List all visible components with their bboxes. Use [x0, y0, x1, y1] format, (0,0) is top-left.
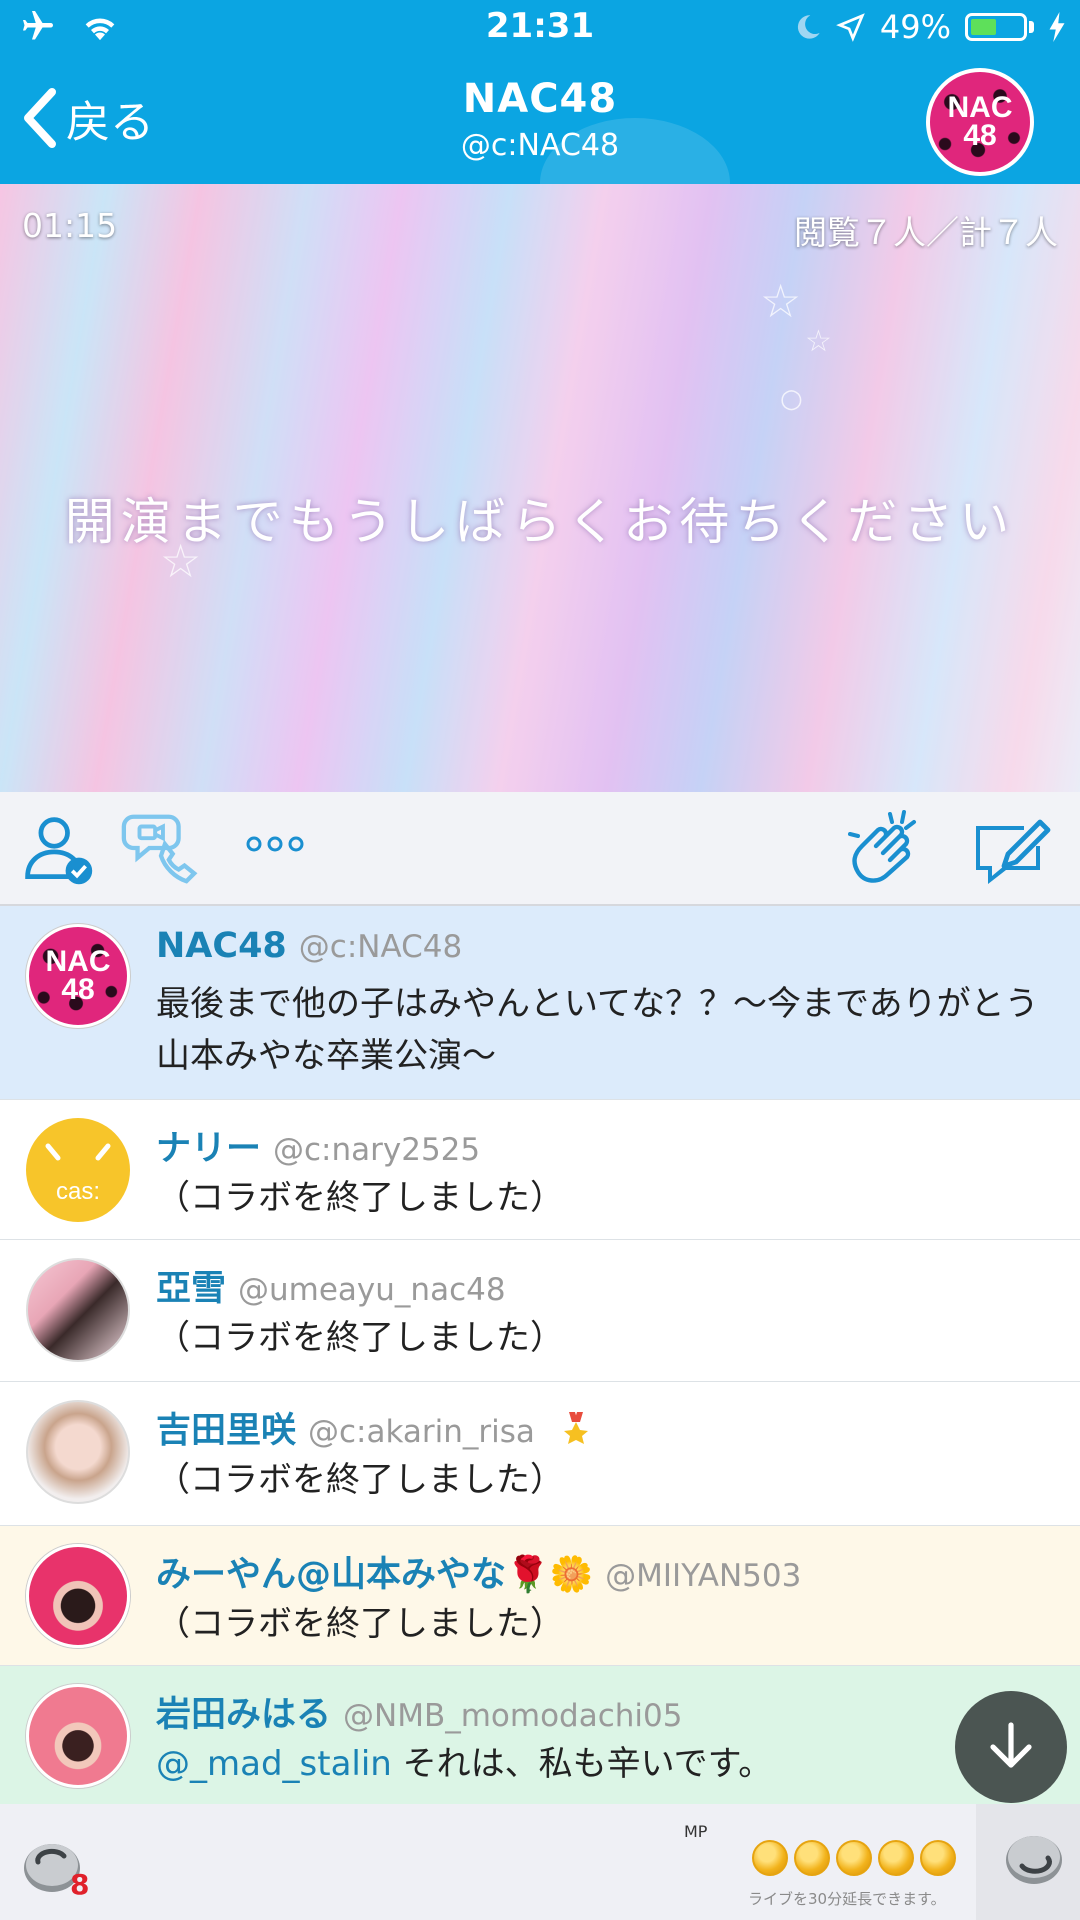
item-count-badge: 8 [70, 1868, 90, 1901]
comment-text: 最後まで他の子はみやんといてな？？〜今までありがとう山本みやな卒業公演〜 [156, 984, 1039, 1076]
avatar-text-line1: NAC [947, 90, 1013, 124]
location-arrow-icon [835, 13, 865, 42]
author-name: 岩田みはる [156, 1695, 332, 1735]
comment-item[interactable]: 吉田里咲 @c:akarin_risa （コラボを終了しました） [0, 1382, 1080, 1526]
extend-live-text: ライブを30分延長できます。 [748, 1890, 946, 1908]
video-timer: 01:15 [22, 206, 118, 245]
bottom-bar: 8 MP ライブを30分延長できます。 [0, 1804, 1080, 1920]
avatar[interactable] [26, 1400, 130, 1504]
comment-item[interactable]: NAC 48 NAC48 @c:NAC48 最後まで他の子はみやんといてな？？〜今… [0, 906, 1080, 1100]
author-name: NAC48 [156, 926, 287, 966]
comment-text: （コラボを終了しました） [156, 1460, 564, 1500]
coin-icon [752, 1840, 788, 1876]
user-check-icon [25, 817, 93, 885]
battery-cap [1029, 21, 1034, 33]
collab-call-button[interactable] [118, 808, 204, 892]
cat-ears-icon [45, 1143, 111, 1161]
avatar[interactable] [26, 1258, 130, 1362]
toolbar [0, 792, 1080, 906]
scroll-to-bottom-button[interactable] [955, 1691, 1067, 1803]
compose-icon [976, 819, 1051, 884]
comment-text: （コラボを終了しました） [156, 1178, 564, 1218]
author-name: 吉田里咲 [156, 1411, 297, 1451]
comment-author[interactable]: みーやん@山本みやな🌹🌼 @MIIYAN503 [156, 1546, 801, 1597]
cas-logo-text: cas: [55, 1178, 100, 1205]
nav-bar: 戻る NAC48 @c:NAC48 NAC 48 [0, 58, 1080, 184]
battery-percent: 49% [879, 8, 951, 46]
comment-item[interactable]: 亞雪 @umeayu_nac48 （コラボを終了しました） [0, 1240, 1080, 1382]
avatar-text-line1: NAC [45, 944, 111, 978]
coin-icon [920, 1840, 956, 1876]
comment-author[interactable]: ナリー @c:nary2525 [156, 1120, 480, 1171]
coin-icon [836, 1840, 872, 1876]
live-video[interactable]: ☆ ☆ ☆ ○ 01:15 閲覧７人／計７人 開演までもうしばらくお待ちください [0, 184, 1080, 792]
circle-decoration: ○ [780, 384, 803, 414]
avatar[interactable] [26, 1684, 130, 1788]
author-name: 亞雪 [156, 1269, 227, 1309]
author-handle: @c:akarin_risa [308, 1414, 535, 1450]
comment-text: @_mad_stalin それは、私も辛いです。 [156, 1738, 1054, 1790]
star-decoration: ☆ [760, 274, 802, 328]
comment-text: （コラボを終了しました） [156, 1318, 564, 1358]
comment-item[interactable]: 岩田みはる @NMB_momodachi05 @_mad_stalin それは、私… [0, 1666, 1080, 1804]
coin-row[interactable] [752, 1840, 956, 1876]
avatar[interactable] [26, 1544, 130, 1648]
comment-body: それは、私も辛いです。 [391, 1744, 773, 1784]
comment-author[interactable]: NAC48 @c:NAC48 [156, 926, 462, 966]
gift-button[interactable] [976, 1804, 1080, 1920]
moon-icon [797, 15, 820, 39]
comment-author[interactable]: 岩田みはる @NMB_momodachi05 [156, 1686, 682, 1737]
author-handle: @umeayu_nac48 [238, 1272, 506, 1308]
comment-author[interactable]: 亞雪 @umeayu_nac48 [156, 1260, 506, 1311]
comment-item[interactable]: みーやん@山本みやな🌹🌼 @MIIYAN503 （コラボを終了しました） [0, 1526, 1080, 1666]
battery-icon [965, 13, 1027, 41]
comment-text: （コラボを終了しました） [156, 1604, 564, 1644]
item-button[interactable]: 8 [20, 1832, 90, 1902]
follow-button[interactable] [20, 812, 96, 892]
status-bar: 21:31 49% [0, 0, 1080, 58]
applause-button[interactable] [842, 806, 926, 894]
avatar-text-line2: 48 [963, 119, 997, 152]
video-call-icon [121, 814, 198, 884]
channel-avatar[interactable]: NAC 48 [926, 68, 1034, 176]
compose-comment-button[interactable] [968, 806, 1052, 894]
avatar[interactable]: cas: [26, 1118, 130, 1222]
author-handle: @c:nary2525 [273, 1132, 481, 1168]
avatar-text-line2: 48 [61, 973, 95, 1006]
coin-icon [794, 1840, 830, 1876]
arrow-down-icon [990, 1722, 1032, 1768]
page-subtitle: @c:NAC48 [460, 128, 620, 163]
video-message: 開演までもうしばらくお待ちください [64, 493, 1016, 551]
author-name: ナリー [156, 1129, 262, 1169]
viewer-count: 閲覧７人／計７人 [794, 213, 1058, 252]
more-button[interactable] [240, 824, 310, 868]
coin-icon [878, 1840, 914, 1876]
author-handle: @MIIYAN503 [605, 1558, 802, 1594]
medal-icon [564, 1412, 589, 1444]
status-right: 49% [794, 8, 1066, 46]
battery-fill [971, 19, 996, 35]
avatar[interactable]: NAC 48 [26, 924, 130, 1028]
item-disc-icon [1006, 1836, 1062, 1884]
mention-link[interactable]: @_mad_stalin [156, 1744, 392, 1784]
comment-item[interactable]: cas: ナリー @c:nary2525 （コラボを終了しました） [0, 1100, 1080, 1240]
more-dots-icon [246, 836, 304, 852]
author-handle: @NMB_momodachi05 [343, 1698, 683, 1734]
star-decoration: ☆ [805, 324, 832, 359]
page-title: NAC48 [462, 76, 618, 122]
comment-author[interactable]: 吉田里咲 @c:akarin_risa [156, 1402, 591, 1453]
charging-bolt-icon [1049, 12, 1065, 42]
author-name: みーやん@山本みやな🌹🌼 [156, 1555, 594, 1595]
mp-label: MP [684, 1822, 708, 1841]
clap-icon [848, 810, 916, 883]
author-handle: @c:NAC48 [298, 929, 463, 965]
